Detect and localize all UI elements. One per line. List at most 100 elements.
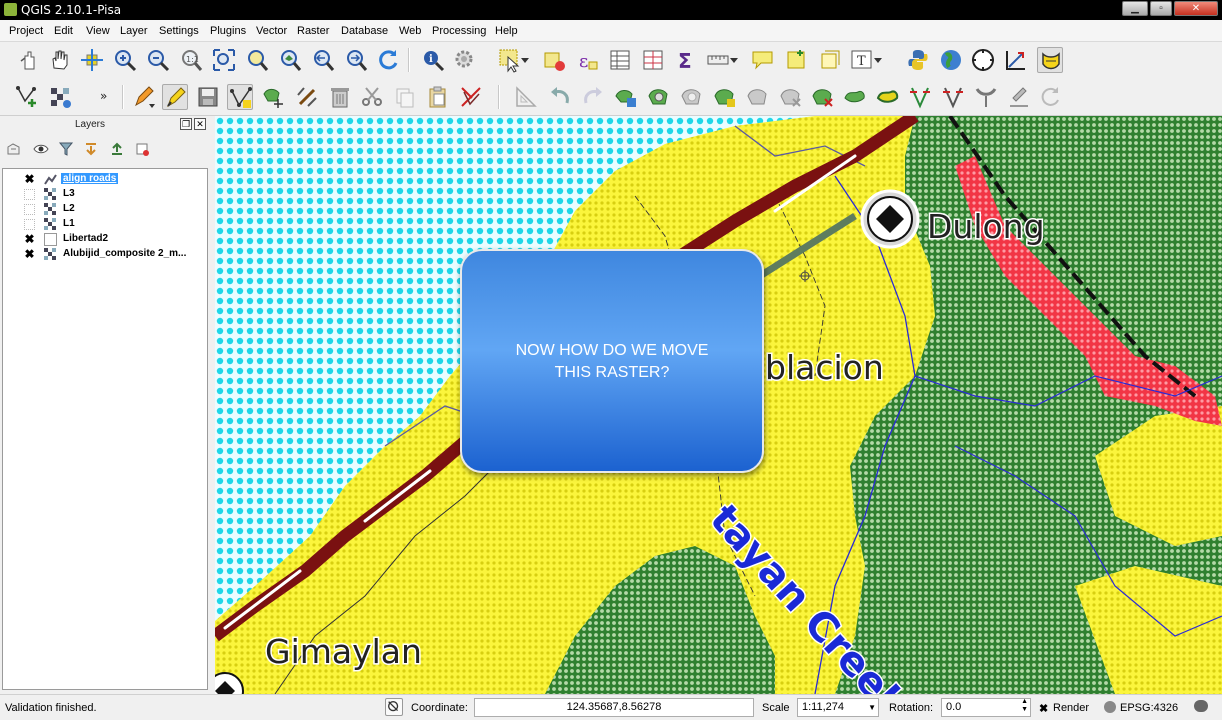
- pan-to-selection-icon[interactable]: [79, 47, 105, 73]
- undo-icon[interactable]: [547, 84, 573, 110]
- add-ring-icon[interactable]: [646, 84, 672, 110]
- menu-plugins[interactable]: Plugins: [210, 25, 246, 37]
- fill-ring-icon[interactable]: [712, 84, 738, 110]
- show-bookmarks-icon[interactable]: [816, 47, 842, 73]
- simplify-feature-icon[interactable]: [613, 84, 639, 110]
- split-features-icon[interactable]: [875, 84, 901, 110]
- render-checkbox[interactable]: ✖: [1039, 702, 1048, 715]
- delete-selected-icon[interactable]: [327, 84, 353, 110]
- menu-settings[interactable]: Settings: [159, 25, 199, 37]
- rotation-spinbox[interactable]: 0.0 ▲ ▼: [941, 698, 1031, 717]
- visibility-eye-icon[interactable]: [32, 140, 50, 158]
- menu-project[interactable]: Project: [9, 25, 43, 37]
- minimize-button[interactable]: ▁: [1122, 1, 1148, 16]
- menu-processing[interactable]: Processing: [432, 25, 486, 37]
- field-calculator-icon[interactable]: [640, 47, 666, 73]
- chevron-down-icon[interactable]: ▼: [868, 699, 876, 716]
- split-parts-icon[interactable]: [907, 84, 933, 110]
- add-part-icon[interactable]: [679, 84, 705, 110]
- paste-features-icon[interactable]: [425, 84, 451, 110]
- freehand-raster-georeferencer-icon[interactable]: [1037, 47, 1063, 73]
- toolbar-overflow-icon[interactable]: »: [97, 84, 115, 110]
- layer-item-libertad2[interactable]: ✖ Libertad2: [3, 232, 207, 247]
- scale-combobox[interactable]: 1:11,274 ▼: [797, 698, 879, 717]
- menu-raster[interactable]: Raster: [297, 25, 329, 37]
- georeferencer-icon[interactable]: [1003, 47, 1029, 73]
- menu-vector[interactable]: Vector: [256, 25, 287, 37]
- crs-label[interactable]: EPSG:4326: [1120, 702, 1178, 714]
- offset-curve-icon[interactable]: [842, 84, 868, 110]
- zoom-to-selection-icon[interactable]: [244, 47, 270, 73]
- filter-icon[interactable]: [57, 140, 75, 158]
- cut-features-icon[interactable]: [359, 84, 385, 110]
- save-edits-icon[interactable]: [195, 84, 221, 110]
- redo-icon[interactable]: [580, 84, 606, 110]
- toggle-extents-icon[interactable]: [385, 698, 403, 716]
- node-tool-icon[interactable]: [294, 84, 320, 110]
- attribute-table-icon[interactable]: [607, 47, 633, 73]
- delete-ring-icon[interactable]: [745, 84, 771, 110]
- zoom-full-icon[interactable]: [211, 47, 237, 73]
- add-feature-icon[interactable]: [227, 84, 253, 110]
- menu-view[interactable]: View: [86, 25, 110, 37]
- refresh-icon[interactable]: [375, 47, 401, 73]
- menu-layer[interactable]: Layer: [120, 25, 148, 37]
- close-panel-button[interactable]: ✕: [194, 118, 206, 130]
- expand-all-icon[interactable]: [82, 140, 100, 158]
- statistics-icon[interactable]: Σ: [672, 47, 698, 73]
- remove-layer-icon[interactable]: [133, 140, 151, 158]
- map-tips-icon[interactable]: [750, 47, 776, 73]
- layer-item-align-roads[interactable]: ✖ align roads: [3, 172, 207, 187]
- collapse-all-icon[interactable]: [108, 140, 126, 158]
- crs-globe-icon[interactable]: [1104, 701, 1116, 713]
- chevron-down-icon[interactable]: [872, 54, 884, 66]
- messages-icon[interactable]: [1194, 700, 1208, 712]
- coordinate-field[interactable]: 124.35687,8.56278: [474, 698, 754, 717]
- maximize-button[interactable]: ▫: [1150, 1, 1172, 16]
- menu-database[interactable]: Database: [341, 25, 388, 37]
- layer-visibility-checkbox[interactable]: [24, 219, 35, 230]
- close-button[interactable]: ✕: [1174, 1, 1218, 16]
- python-console-icon[interactable]: [905, 47, 931, 73]
- add-group-icon[interactable]: [5, 140, 23, 158]
- toggle-editing-icon[interactable]: [162, 84, 188, 110]
- layer-visibility-checkbox[interactable]: ✖: [24, 233, 35, 245]
- layer-item-l1[interactable]: L1: [3, 217, 207, 232]
- globe-icon[interactable]: [938, 47, 964, 73]
- layer-visibility-checkbox[interactable]: [24, 189, 35, 200]
- spin-arrows-icon[interactable]: ▲ ▼: [1021, 698, 1028, 714]
- rotate-point-symbols-icon[interactable]: [1006, 84, 1032, 110]
- compass-icon[interactable]: [970, 47, 996, 73]
- menu-help[interactable]: Help: [495, 25, 518, 37]
- layer-visibility-checkbox[interactable]: ✖: [24, 248, 35, 260]
- layer-item-alubijid-composite[interactable]: ✖ Alubijid_composite 2_m...: [3, 247, 207, 262]
- rotate-feature-icon[interactable]: [513, 84, 539, 110]
- expression-select-icon[interactable]: ε: [574, 47, 600, 73]
- zoom-native-icon[interactable]: 1:1: [178, 47, 204, 73]
- action-icon[interactable]: [452, 47, 478, 73]
- layer-item-l2[interactable]: L2: [3, 202, 207, 217]
- float-panel-button[interactable]: ❐: [180, 118, 192, 130]
- deselect-icon[interactable]: [541, 47, 567, 73]
- copy-features-icon[interactable]: [392, 84, 418, 110]
- zoom-last-icon[interactable]: [310, 47, 336, 73]
- zoom-in-icon[interactable]: [112, 47, 138, 73]
- layer-visibility-checkbox[interactable]: ✖: [24, 173, 35, 185]
- chevron-down-icon[interactable]: [519, 54, 531, 66]
- zoom-out-icon[interactable]: [145, 47, 171, 73]
- layer-visibility-checkbox[interactable]: [24, 204, 35, 215]
- spin-icon[interactable]: [1038, 84, 1064, 110]
- chevron-down-icon[interactable]: [728, 54, 740, 66]
- merge-attributes-icon[interactable]: [973, 84, 999, 110]
- delete-part-icon[interactable]: [778, 84, 804, 110]
- digitize-grid-icon[interactable]: [47, 84, 73, 110]
- pan-touch-icon[interactable]: [16, 47, 42, 73]
- zoom-next-icon[interactable]: [343, 47, 369, 73]
- layer-item-l3[interactable]: L3: [3, 187, 207, 202]
- pan-hand-icon[interactable]: [47, 47, 73, 73]
- advanced-digitize-icon[interactable]: [458, 84, 484, 110]
- move-feature-icon[interactable]: [261, 84, 287, 110]
- current-edits-icon[interactable]: [131, 84, 157, 110]
- digitize-point-icon[interactable]: [14, 84, 40, 110]
- merge-features-icon[interactable]: [940, 84, 966, 110]
